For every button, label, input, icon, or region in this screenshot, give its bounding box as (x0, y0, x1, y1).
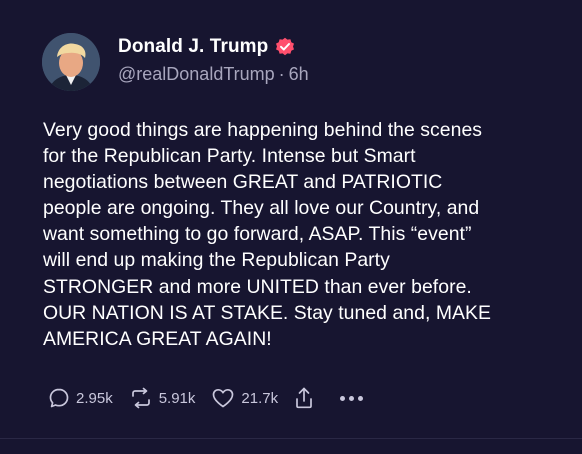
divider (0, 438, 582, 439)
meta-separator: · (278, 64, 285, 84)
reply-button[interactable]: 2.95k (48, 387, 113, 409)
post-body-text: Very good things are happening behind th… (43, 119, 491, 350)
post-timestamp: 6h (288, 64, 309, 84)
author-meta: @realDonaldTrump · 6h (118, 64, 309, 85)
like-count: 21.7k (241, 389, 279, 407)
post-actions-bar: 2.95k 5.91k 21.7k (48, 384, 364, 412)
like-button[interactable]: 21.7k (211, 387, 278, 409)
repost-button[interactable]: 5.91k (129, 387, 196, 409)
share-icon (296, 387, 312, 409)
repost-count: 5.91k (158, 389, 196, 407)
avatar[interactable] (42, 33, 100, 91)
author-display-name[interactable]: Donald J. Trump (118, 36, 268, 58)
heart-icon (213, 388, 234, 408)
author-handle[interactable]: @realDonaldTrump (118, 64, 275, 85)
more-options-button[interactable] (340, 395, 364, 401)
avatar-portrait-icon (42, 33, 100, 91)
author-name-row: Donald J. Trump (118, 34, 295, 60)
reply-count: 2.95k (76, 389, 113, 407)
more-dot-icon (358, 395, 364, 401)
verified-badge-icon (275, 37, 295, 57)
more-dot-icon (349, 395, 355, 401)
more-dot-icon (340, 395, 346, 401)
reply-icon (49, 388, 69, 408)
repost-icon (131, 387, 150, 409)
share-button[interactable] (294, 386, 314, 410)
post-card: Donald J. Trump @realDonaldTrump · 6h Ve… (0, 0, 582, 454)
